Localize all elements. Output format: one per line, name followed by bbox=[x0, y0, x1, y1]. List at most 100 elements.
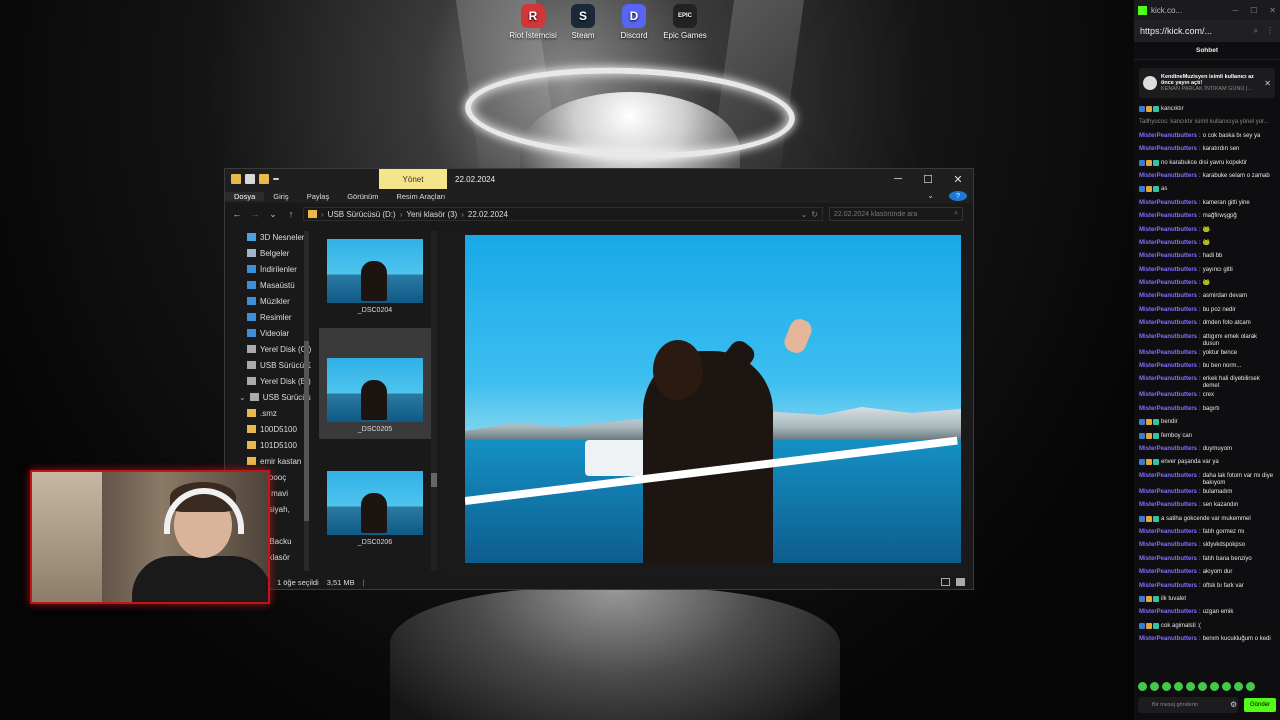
close-icon[interactable]: ✕ bbox=[1264, 79, 1271, 88]
chat-username[interactable]: MisterPeanutbutters bbox=[1139, 569, 1197, 576]
emote-icon[interactable] bbox=[1162, 682, 1171, 691]
up-button[interactable]: ↑ bbox=[285, 209, 297, 219]
nav-folder[interactable]: 101D5100 bbox=[225, 437, 311, 453]
desktop-shortcut[interactable]: S Steam bbox=[554, 4, 612, 40]
breadcrumb-item[interactable]: USB Sürücüsü (D:) bbox=[328, 210, 396, 219]
chat-message[interactable]: MisterPeanutbutters: 🐸 bbox=[1139, 238, 1275, 251]
zoom-icon[interactable]: ⌕ bbox=[1254, 26, 1258, 36]
maximize-button[interactable]: ☐ bbox=[1250, 6, 1257, 15]
thumbnail-item[interactable]: _DSC0206 bbox=[319, 467, 431, 552]
chat-message[interactable]: MisterPeanutbutters: 🐸 bbox=[1139, 225, 1275, 238]
chat-message[interactable]: MisterPeanutbutters: dmden foto atcam bbox=[1139, 318, 1275, 331]
details-view-icon[interactable] bbox=[941, 578, 950, 586]
chat-message[interactable]: MisterPeanutbutters: yoktur bence bbox=[1139, 348, 1275, 361]
chat-message[interactable]: MisterPeanutbutters: sldyvkdspokpso bbox=[1139, 540, 1275, 553]
chat-message[interactable]: MisterPeanutbutters: daha lak fotom var m… bbox=[1139, 471, 1275, 487]
chat-username[interactable]: MisterPeanutbutters bbox=[1139, 146, 1197, 153]
chat-message[interactable]: MisterPeanutbutters: sen kazandın bbox=[1139, 500, 1275, 513]
nav-item[interactable]: 3D Nesneler bbox=[225, 229, 311, 245]
chat-username[interactable]: MisterPeanutbutters bbox=[1139, 446, 1197, 453]
chat-username[interactable]: MisterPeanutbutters bbox=[1139, 542, 1197, 549]
chat-username[interactable]: MisterPeanutbutters bbox=[1139, 213, 1197, 220]
chat-message[interactable]: bendir bbox=[1139, 417, 1275, 430]
chat-message[interactable]: MisterPeanutbutters: karatırdın sen bbox=[1139, 144, 1275, 157]
chat-username[interactable]: MisterPeanutbutters bbox=[1139, 133, 1197, 140]
chat-message[interactable]: MisterPeanutbutters: mağfirwşgpğ bbox=[1139, 211, 1275, 224]
tab-file[interactable]: Dosya bbox=[225, 191, 265, 201]
chat-username[interactable]: MisterPeanutbutters bbox=[1139, 636, 1197, 643]
chat-message[interactable]: kancıktır bbox=[1139, 104, 1275, 117]
tab-manage[interactable]: Yönet bbox=[379, 169, 447, 189]
refresh-icon[interactable]: ↻ bbox=[811, 210, 818, 219]
tab-picture-tools[interactable]: Resim Araçları bbox=[387, 192, 454, 201]
chat-username[interactable]: MisterPeanutbutters bbox=[1139, 293, 1197, 300]
back-button[interactable]: ← bbox=[231, 209, 243, 219]
chat-message[interactable]: MisterPeanutbutters: duymuyom bbox=[1139, 444, 1275, 457]
nav-item[interactable]: Resimler bbox=[225, 309, 311, 325]
chat-username[interactable]: MisterPeanutbutters bbox=[1139, 556, 1197, 563]
chat-message[interactable]: MisterPeanutbutters: benım kucukluğum o k… bbox=[1139, 634, 1275, 647]
chat-message[interactable]: MisterPeanutbutters: oftsk bı fark var bbox=[1139, 581, 1275, 594]
chat-username[interactable]: MisterPeanutbutters bbox=[1139, 609, 1197, 616]
close-button[interactable]: ✕ bbox=[943, 173, 973, 186]
nav-item[interactable]: Yerel Disk (E:) bbox=[225, 373, 311, 389]
chat-username[interactable]: MisterPeanutbutters bbox=[1139, 406, 1197, 413]
emote-icon[interactable] bbox=[1150, 682, 1159, 691]
chat-username[interactable]: MisterPeanutbutters bbox=[1139, 227, 1197, 234]
desktop-shortcut[interactable]: EPIC Epic Games bbox=[656, 4, 714, 40]
chat-message[interactable]: MisterPeanutbutters: karabuke selam o zam… bbox=[1139, 171, 1275, 184]
nav-item[interactable]: Belgeler bbox=[225, 245, 311, 261]
chat-message[interactable]: MisterPeanutbutters: erkek hali diyebilir… bbox=[1139, 374, 1275, 390]
send-button[interactable]: Gönder bbox=[1244, 698, 1276, 712]
nav-item[interactable]: Yerel Disk (C:) bbox=[225, 341, 311, 357]
chat-message[interactable]: MisterPeanutbutters: bu poz nedir bbox=[1139, 305, 1275, 318]
chat-message[interactable]: MisterPeanutbutters: 🐸 bbox=[1139, 278, 1275, 291]
thumbnail-item[interactable]: _DSC0205 bbox=[319, 328, 431, 439]
nav-item-usb-drive[interactable]: ⌄ USB Sürücüsü bbox=[225, 389, 311, 405]
chat-message[interactable]: MisterPeanutbutters: yayıncı gitti bbox=[1139, 265, 1275, 278]
breadcrumb-item[interactable]: 22.02.2024 bbox=[468, 210, 508, 219]
folder-icon[interactable] bbox=[231, 174, 241, 184]
chat-message[interactable]: as bbox=[1139, 184, 1275, 197]
properties-icon[interactable] bbox=[245, 174, 255, 184]
maximize-button[interactable]: ☐ bbox=[913, 173, 943, 186]
breadcrumb-item[interactable]: Yeni klasör (3) bbox=[406, 210, 457, 219]
chat-input[interactable]: Bir mesaj gönderin bbox=[1138, 697, 1238, 713]
chat-message[interactable]: MisterPeanutbutters: bagırtı bbox=[1139, 404, 1275, 417]
thumbnail-scrollbar[interactable] bbox=[431, 231, 437, 571]
recent-locations-button[interactable]: ⌄ bbox=[267, 209, 279, 220]
chat-username[interactable]: MisterPeanutbutters bbox=[1139, 334, 1197, 341]
customize-toolbar-icon[interactable] bbox=[273, 178, 279, 180]
chat-username[interactable]: MisterPeanutbutters bbox=[1139, 502, 1197, 509]
chat-username[interactable]: MisterPeanutbutters bbox=[1139, 173, 1197, 180]
large-icons-view-icon[interactable] bbox=[956, 578, 965, 586]
chat-username[interactable]: MisterPeanutbutters bbox=[1139, 253, 1197, 260]
nav-item[interactable]: Videolar bbox=[225, 325, 311, 341]
new-folder-icon[interactable] bbox=[259, 174, 269, 184]
chevron-down-icon[interactable]: ⌄ bbox=[801, 210, 808, 219]
nav-scrollbar-thumb[interactable] bbox=[304, 341, 309, 521]
chat-username[interactable]: MisterPeanutbutters bbox=[1139, 240, 1197, 247]
chat-message[interactable]: Tallhyucos: kancıktır isimli kullanıcıya… bbox=[1139, 117, 1275, 130]
chat-message[interactable]: MisterPeanutbutters: bu ben norm... bbox=[1139, 361, 1275, 374]
search-input[interactable]: 22.02.2024 klasöründe ara ⌕ bbox=[829, 207, 963, 221]
nav-folder[interactable]: emir kastan bbox=[225, 453, 311, 469]
expand-ribbon-icon[interactable]: ⌄ bbox=[918, 191, 943, 201]
chat-username[interactable]: MisterPeanutbutters bbox=[1139, 320, 1197, 327]
chat-username[interactable]: MisterPeanutbutters bbox=[1139, 307, 1197, 314]
nav-item[interactable]: Masaüstü bbox=[225, 277, 311, 293]
desktop-shortcut[interactable]: D Discord bbox=[605, 4, 663, 40]
chat-message[interactable]: cok agimalsti :( bbox=[1139, 621, 1275, 634]
chat-message[interactable]: MisterPeanutbutters: attıgımı emek olarak… bbox=[1139, 332, 1275, 348]
chat-message[interactable]: femboy can bbox=[1139, 431, 1275, 444]
emote-icon[interactable] bbox=[1186, 682, 1195, 691]
chat-username[interactable]: MisterPeanutbutters bbox=[1139, 363, 1197, 370]
chat-username[interactable]: MisterPeanutbutters bbox=[1139, 529, 1197, 536]
emote-icon[interactable] bbox=[1210, 682, 1219, 691]
chat-message[interactable]: MisterPeanutbutters: akıyom dur bbox=[1139, 567, 1275, 580]
chat-message[interactable]: MisterPeanutbutters: crex bbox=[1139, 390, 1275, 403]
gear-icon[interactable]: ⚙ bbox=[1230, 700, 1237, 709]
chat-message[interactable]: MisterPeanutbutters: hadi bb bbox=[1139, 251, 1275, 264]
nav-item[interactable]: USB Sürücüsü bbox=[225, 357, 311, 373]
chat-message[interactable]: no karabukce dısi yavru kopektir bbox=[1139, 158, 1275, 171]
